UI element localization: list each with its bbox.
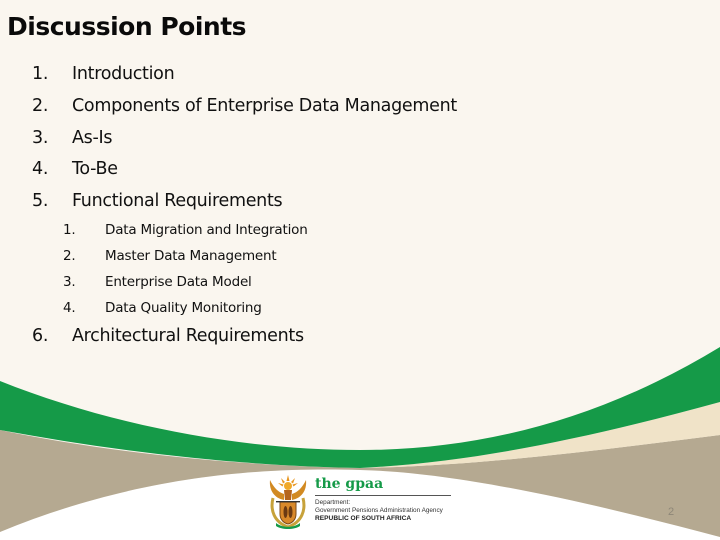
page-number: 2 [668, 506, 675, 518]
list-item-label: To-Be [72, 159, 118, 179]
list-item-number: 5. [32, 191, 49, 211]
list-item-label: Architectural Requirements [72, 326, 304, 346]
list-item-number: 2. [32, 96, 49, 116]
list-item-number: 1. [32, 64, 49, 84]
sub-list-item-number: 1. [63, 222, 76, 238]
sub-list-item-label: Enterprise Data Model [105, 274, 252, 290]
logo-agency-text: Government Pensions Administration Agenc… [315, 507, 443, 514]
sub-list-item-number: 2. [63, 248, 76, 264]
logo-republic-text: REPUBLIC OF SOUTH AFRICA [315, 515, 412, 522]
list-item-number: 4. [32, 159, 49, 179]
south-africa-coat-of-arms-icon [269, 475, 307, 529]
sub-list-item-number: 3. [63, 274, 76, 290]
sub-list-item-label: Data Quality Monitoring [105, 300, 262, 316]
slide: Discussion Points 1. Introduction 2. Com… [0, 0, 720, 540]
list-item-label: Introduction [72, 64, 175, 84]
list-item-label: As-Is [72, 128, 113, 148]
logo-department-text: Department: [315, 499, 351, 506]
sub-list-item-label: Data Migration and Integration [105, 222, 308, 238]
logo-brand-text: the gpaa [315, 476, 384, 492]
gpaa-logo: the gpaa Department: Government Pensions… [266, 472, 456, 532]
list-item-number: 6. [32, 326, 49, 346]
sub-list-item-number: 4. [63, 300, 76, 316]
logo-divider [315, 495, 451, 496]
list-item-label: Functional Requirements [72, 191, 283, 211]
sub-list-item-label: Master Data Management [105, 248, 277, 264]
slide-title: Discussion Points [7, 12, 247, 41]
list-item-label: Components of Enterprise Data Management [72, 96, 457, 116]
list-item-number: 3. [32, 128, 49, 148]
